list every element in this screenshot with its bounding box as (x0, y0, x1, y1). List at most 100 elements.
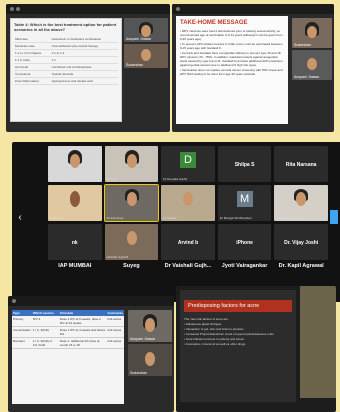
participant-tile[interactable]: M Dr Mangal Shribhandari (217, 185, 272, 221)
table-cell: Topical retinoids (50, 70, 118, 78)
participant-face (70, 154, 80, 168)
table-cell: Moderate case (14, 42, 51, 50)
participant-caption: Dr Sinha (50, 216, 62, 220)
slide-bullet: • MPV vaccines were best if administered… (180, 29, 283, 41)
participant-tile[interactable]: Arvind b (161, 224, 215, 260)
window-control-icon[interactable] (176, 7, 180, 11)
table-row: Immunization 1 / 2, 3(Full) Dose 1 IPV at … (12, 326, 124, 338)
table-cell: Full series (106, 316, 124, 327)
participant-face (70, 191, 80, 207)
table-row: Moderate case Oral antibiotics plus topic… (14, 42, 118, 50)
participant-tile[interactable]: Rita Narsana (274, 146, 328, 182)
table-cell: Comedonal (14, 70, 51, 78)
window-control-icon[interactable] (16, 7, 20, 11)
participant-face (126, 192, 137, 206)
video-grid-row: nk Vaishali Gujrathi Arvind b iPhone Dr.… (48, 224, 328, 260)
participant-caption: Dr Indu Kaur (106, 216, 124, 220)
slide-bullet: • Vaccination does not replace cervical … (180, 68, 283, 76)
participant-name: iPhone (236, 240, 253, 246)
toolbar (172, 4, 334, 14)
participant-caption: Sudarshan (126, 63, 143, 67)
side-camera-strip: Anupam Jhawar Sudarshan (128, 310, 172, 378)
participant-video[interactable]: Anupam Jhawar (128, 310, 172, 342)
table-cell: Primary (12, 316, 32, 327)
participant-caption: Dr Jolly (106, 177, 117, 181)
participant-tile-active[interactable]: Dr Indu Kaur (103, 184, 160, 222)
participant-tile[interactable]: Dr Jolly (104, 146, 159, 182)
toolbar (8, 296, 174, 306)
participant-video[interactable]: Anupam Jhawar (292, 50, 332, 80)
screenshot-panel-vaccine-table: Type Which vaccine Schedule Comments Pri… (8, 296, 174, 412)
participant-tile[interactable]: Dr Santhi Agarwal (274, 185, 328, 221)
table-cell: IPV 2 (31, 316, 59, 327)
participant-name: Suyeg (123, 263, 140, 269)
slide-bullet: • To prevent HPV-related cancers in Indi… (180, 42, 283, 50)
table-row: Comedonal Topical retinoids (14, 70, 118, 78)
participant-name: Arvind b (177, 240, 199, 246)
participant-video[interactable]: Sudarshan (128, 344, 172, 376)
table-row: Post-inflammatory Hydroquinone and azelai… (14, 77, 118, 85)
table-cell: Full series (106, 337, 124, 349)
participant-caption: Dr Deepika Gadhi (163, 177, 188, 181)
shared-slide: TAKE-HOME MESSAGE • MPV vaccines were be… (176, 16, 288, 124)
participant-face (145, 352, 155, 366)
participant-caption: Anupam Jhawar (294, 75, 320, 79)
table-cell: Oral antibiotics plus topical therapy (50, 42, 118, 50)
table-cell: Dose 1 IPV at 4 weeks and before 3rd (58, 326, 107, 338)
participant-names-row: IAP MUMBAI Suyeg Dr Vaishali Gujh... Jyo… (48, 263, 328, 269)
participant-caption: Anupam Jhawar (126, 37, 152, 41)
avatar: D (179, 152, 196, 168)
toolbar (6, 4, 170, 14)
screenshot-panel-table: Table 4: Which is the best treatment opt… (6, 4, 170, 132)
participant-tile[interactable]: Shilpa S (217, 146, 272, 182)
table-cell: Dose 1: additional 4th dose at month 15 … (58, 337, 107, 349)
participant-tile[interactable]: Rita Narsani (48, 146, 102, 182)
side-camera-strip: Sudarshan Anupam Jhawar (292, 18, 332, 82)
slide-title: TAKE-HOME MESSAGE (180, 20, 248, 26)
window-control-icon[interactable] (10, 7, 14, 11)
screenshot-panel-take-home: TAKE-HOME MESSAGE • MPV vaccines were be… (172, 4, 334, 132)
participant-face (307, 26, 317, 38)
participant-face (141, 25, 151, 37)
slide-side-panel (300, 286, 336, 398)
side-camera-strip: Anupam Jhawar Sudarshan (124, 18, 168, 70)
participant-tile[interactable]: iPhone (217, 224, 272, 260)
window-control-icon[interactable] (12, 299, 16, 303)
table-row: Boosters 1 / 2, 3(Full) or 1/2, Full2 Dose… (12, 337, 124, 349)
participant-tile[interactable]: Dr Sinha (48, 185, 102, 221)
participant-caption: Rita Narsani (50, 177, 67, 181)
slide-bullet: • Cosmetics, mineral oil as well as othe… (184, 342, 246, 346)
participant-tile[interactable]: Vaishali Gujrathi (104, 224, 159, 260)
participant-name: IAP MUMBAI (58, 263, 92, 269)
table-cell: 1:1 (50, 56, 118, 64)
table-cell: Hydroquinone and azelaic acid (50, 77, 118, 85)
participant-video[interactable]: Sudarshan (124, 44, 168, 68)
participant-face (183, 192, 194, 206)
participant-caption: Dr Rajesh (163, 216, 177, 220)
participant-tile[interactable]: D Dr Deepika Gadhi (161, 146, 215, 182)
participant-name: Dr. Vijay Joshi (284, 240, 319, 246)
participant-caption: Dr Mangal Shribhandari (219, 216, 252, 220)
previous-page-icon[interactable]: ‹ (16, 212, 24, 224)
video-grid-row: Dr Sinha Dr Indu Kaur Dr Rajesh M Dr Man… (48, 184, 328, 222)
video-grid: Rita Narsani Dr Jolly D Dr Deepika Gadhi… (48, 146, 328, 269)
participant-tile[interactable]: Dr Rajesh (161, 185, 215, 221)
avatar: M (236, 191, 253, 207)
slide-bullet: • Cervarix and Gardasil have comparable … (180, 51, 283, 67)
table-row: 1:1 to 1:4 in Nigeria 1:1 to 1:4 (14, 49, 118, 57)
table-row: Hormonal Combined oral contraceptives (14, 63, 118, 71)
participant-name: Rita Narsana (285, 162, 317, 168)
participant-tile[interactable]: nk (48, 224, 102, 260)
participant-tile[interactable]: Dr. Vijay Joshi (274, 224, 328, 260)
participant-caption: Sudarshan (130, 371, 147, 375)
participant-video[interactable]: Sudarshan (292, 18, 332, 48)
participant-face (145, 318, 155, 332)
table-cell: Post-inflammatory (14, 77, 51, 85)
table-cell: 1:1 to 1:4 in Nigeria (14, 49, 51, 57)
table-cell: 1:1 to 1:4 (50, 49, 118, 57)
next-page-button[interactable] (330, 210, 338, 224)
participant-face (307, 58, 317, 70)
shared-document: Type Which vaccine Schedule Comments Pri… (12, 310, 124, 404)
participant-video[interactable]: Anupam Jhawar (124, 18, 168, 42)
table-cell: 1 / 2, 3(Full) (31, 326, 59, 338)
